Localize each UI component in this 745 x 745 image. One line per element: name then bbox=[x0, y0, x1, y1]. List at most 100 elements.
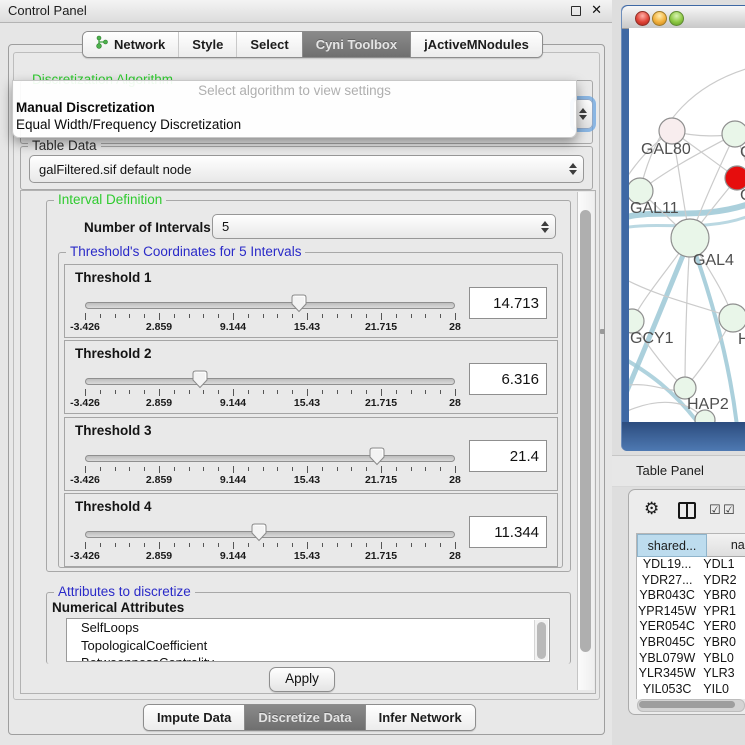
slider-tick bbox=[100, 314, 101, 318]
table-row[interactable]: YBR045CYBR0 bbox=[637, 635, 745, 651]
slider-track[interactable] bbox=[85, 378, 455, 385]
scrollbar-thumb[interactable] bbox=[580, 210, 591, 652]
table-row[interactable]: YBL079WYBL0 bbox=[637, 651, 745, 667]
threshold-value-field[interactable]: 14.713 bbox=[469, 287, 547, 319]
slider-tick-label: 21.715 bbox=[365, 397, 397, 409]
slider-tick bbox=[115, 314, 116, 318]
slider-tick bbox=[440, 314, 441, 318]
minimize-traffic-light[interactable] bbox=[652, 11, 667, 26]
node-label: GAL80 bbox=[641, 141, 691, 158]
close-icon[interactable]: ✕ bbox=[591, 2, 602, 18]
table-row[interactable]: YBR043CYBR0 bbox=[637, 588, 745, 604]
attribute-item-betweennesscentrality[interactable]: BetweennessCentrality bbox=[67, 654, 549, 662]
tab-discretize-data[interactable]: Discretize Data bbox=[244, 705, 364, 730]
slider-tick bbox=[425, 543, 426, 547]
dropdown-option-equal-width-frequency[interactable]: Equal Width/Frequency Discretization bbox=[16, 117, 241, 132]
tab-cyni-toolbox[interactable]: Cyni Toolbox bbox=[302, 32, 410, 57]
tab-label: Infer Network bbox=[379, 705, 462, 730]
slider-tick bbox=[174, 314, 175, 318]
attribute-item-topologicalcoefficient[interactable]: TopologicalCoefficient bbox=[67, 637, 549, 655]
slider-tick bbox=[85, 466, 86, 473]
tab-impute-data[interactable]: Impute Data bbox=[144, 705, 244, 730]
table-row[interactable]: YER054CYER0 bbox=[637, 619, 745, 635]
table-row[interactable]: YDL19...YDL1 bbox=[637, 557, 745, 573]
numerical-attributes-list[interactable]: SelfLoopsTopologicalCoefficientBetweenne… bbox=[66, 618, 550, 662]
float-icon[interactable] bbox=[571, 6, 581, 16]
tab-style[interactable]: Style bbox=[178, 32, 236, 57]
checkbox-icon[interactable]: ☑ bbox=[709, 503, 721, 516]
slider-track[interactable] bbox=[85, 531, 455, 538]
scrollbar-thumb[interactable] bbox=[537, 622, 546, 659]
slider-thumb[interactable] bbox=[369, 447, 386, 466]
slider-track[interactable] bbox=[85, 302, 455, 309]
network-canvas[interactable]: GAL80GACGAL11GAL4GCY1HHAP2 bbox=[629, 28, 745, 422]
table-row[interactable]: YPR145WYPR1 bbox=[637, 604, 745, 620]
slider-tick bbox=[129, 543, 130, 547]
slider-tick bbox=[396, 543, 397, 547]
node-label: GA bbox=[740, 144, 745, 161]
threshold-value-field[interactable]: 21.4 bbox=[469, 440, 547, 472]
settings-vertical-scrollbar[interactable] bbox=[577, 192, 594, 690]
threshold-panel-2: Threshold 2-3.4262.8599.14415.4321.71528… bbox=[64, 340, 558, 414]
cell-name: YER0 bbox=[697, 619, 745, 635]
gear-icon[interactable]: ⚙ bbox=[644, 500, 659, 517]
attribute-item-selfloops[interactable]: SelfLoops bbox=[67, 619, 549, 637]
slider-tick bbox=[233, 466, 234, 473]
app-root: Control Panel ✕ NetworkStyleSelectCyni T… bbox=[0, 0, 745, 745]
slider-thumb[interactable] bbox=[250, 523, 267, 542]
slider-thumb[interactable] bbox=[290, 294, 307, 313]
split-pane-handle[interactable] bbox=[600, 329, 605, 334]
slider-tick bbox=[159, 389, 160, 396]
tab-label: Network bbox=[114, 32, 165, 57]
table-row[interactable]: YIL053CYIL0 bbox=[637, 682, 745, 698]
table-panel-header: Table Panel bbox=[612, 455, 745, 487]
tab-select[interactable]: Select bbox=[236, 32, 301, 57]
column-header-name[interactable]: name bbox=[707, 534, 745, 557]
close-traffic-light[interactable] bbox=[635, 11, 650, 26]
slider-tick bbox=[248, 314, 249, 318]
threshold-slider[interactable]: -3.4262.8599.14415.4321.71528 bbox=[85, 494, 455, 566]
network-window: GAL80GACGAL11GAL4GCY1HHAP2 bbox=[621, 5, 745, 451]
table-data-combobox[interactable]: galFiltered.sif default node bbox=[29, 155, 584, 183]
threshold-value-field[interactable]: 11.344 bbox=[469, 516, 547, 548]
dropdown-option-manual-discretization[interactable]: Manual Discretization bbox=[16, 100, 155, 115]
slider-thumb[interactable] bbox=[191, 370, 208, 389]
tab-jactivemnodules[interactable]: jActiveMNodules bbox=[410, 32, 542, 57]
list-scrollbar[interactable] bbox=[534, 620, 548, 660]
num-intervals-combobox[interactable]: 5 bbox=[212, 214, 556, 239]
slider-tick bbox=[425, 390, 426, 394]
slider-tick bbox=[248, 543, 249, 547]
tab-network[interactable]: Network bbox=[83, 32, 178, 57]
table-row[interactable]: YLR345WYLR3 bbox=[637, 666, 745, 682]
network-icon bbox=[96, 32, 109, 57]
threshold-slider[interactable]: -3.4262.8599.14415.4321.71528 bbox=[85, 341, 455, 413]
threshold-value-field[interactable]: 6.316 bbox=[469, 363, 547, 395]
column-header-shared-name[interactable]: shared... bbox=[637, 534, 707, 557]
slider-tick bbox=[411, 390, 412, 394]
slider-track[interactable] bbox=[85, 455, 455, 462]
tab-infer-network[interactable]: Infer Network bbox=[365, 705, 475, 730]
slider-tick bbox=[189, 390, 190, 394]
slider-tick-label: 21.715 bbox=[365, 321, 397, 333]
tab-label: jActiveMNodules bbox=[424, 32, 529, 57]
node-label: GAL4 bbox=[693, 252, 734, 269]
slider-tick bbox=[115, 467, 116, 471]
table-data-group: Table Data galFiltered.sif default node bbox=[20, 146, 593, 190]
threshold-slider[interactable]: -3.4262.8599.14415.4321.71528 bbox=[85, 418, 455, 490]
slider-tick-label: 28 bbox=[449, 397, 461, 409]
table-row[interactable]: YDR27...YDR2 bbox=[637, 573, 745, 589]
zoom-traffic-light[interactable] bbox=[669, 11, 684, 26]
slider-tick bbox=[218, 467, 219, 471]
checkbox-icon[interactable]: ☑ bbox=[723, 503, 735, 516]
apply-button[interactable]: Apply bbox=[269, 667, 335, 692]
columns-icon[interactable] bbox=[678, 502, 696, 519]
slider-tick-label: 9.144 bbox=[220, 550, 246, 562]
table-horizontal-scrollbar[interactable] bbox=[637, 699, 745, 712]
cell-shared-name: YDL19... bbox=[637, 557, 697, 573]
network-node-h[interactable] bbox=[719, 304, 745, 332]
slider-tick bbox=[85, 389, 86, 396]
toolbox-bottom-tabs: Impute DataDiscretize Data Infer Network bbox=[143, 704, 476, 731]
scrollbar-thumb[interactable] bbox=[639, 701, 735, 708]
cell-name: YDR2 bbox=[697, 573, 745, 589]
threshold-slider[interactable]: -3.4262.8599.14415.4321.71528 bbox=[85, 265, 455, 337]
